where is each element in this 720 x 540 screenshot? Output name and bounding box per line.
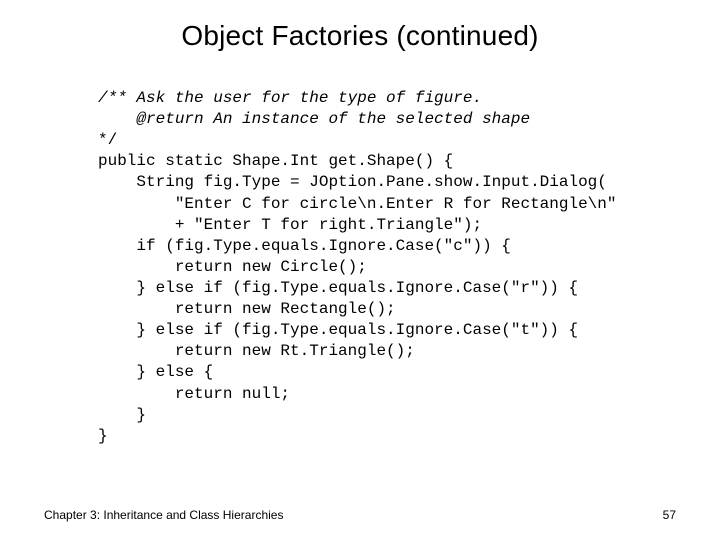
slide: Object Factories (continued) /** Ask the… [0,0,720,540]
slide-title: Object Factories (continued) [0,20,720,52]
code-line: } [98,427,108,445]
code-line: } else if (fig.Type.equals.Ignore.Case("… [98,279,578,297]
code-line: } else if (fig.Type.equals.Ignore.Case("… [98,321,578,339]
code-line: if (fig.Type.equals.Ignore.Case("c")) { [98,237,511,255]
code-block: /** Ask the user for the type of figure.… [98,88,660,447]
footer-chapter: Chapter 3: Inheritance and Class Hierarc… [44,508,283,522]
code-line: @return An instance of the selected shap… [98,110,530,128]
code-line: return new Circle(); [98,258,367,276]
code-line: } [98,406,146,424]
page-number: 57 [663,508,676,522]
code-line: return null; [98,385,290,403]
code-line: public static Shape.Int get.Shape() { [98,152,453,170]
code-line: */ [98,131,117,149]
code-line: return new Rt.Triangle(); [98,342,415,360]
code-line: return new Rectangle(); [98,300,396,318]
code-line: "Enter C for circle\n.Enter R for Rectan… [98,195,616,213]
code-line: } else { [98,363,213,381]
code-line: /** Ask the user for the type of figure. [98,89,482,107]
code-line: + "Enter T for right.Triangle"); [98,216,482,234]
code-line: String fig.Type = JOption.Pane.show.Inpu… [98,173,607,191]
